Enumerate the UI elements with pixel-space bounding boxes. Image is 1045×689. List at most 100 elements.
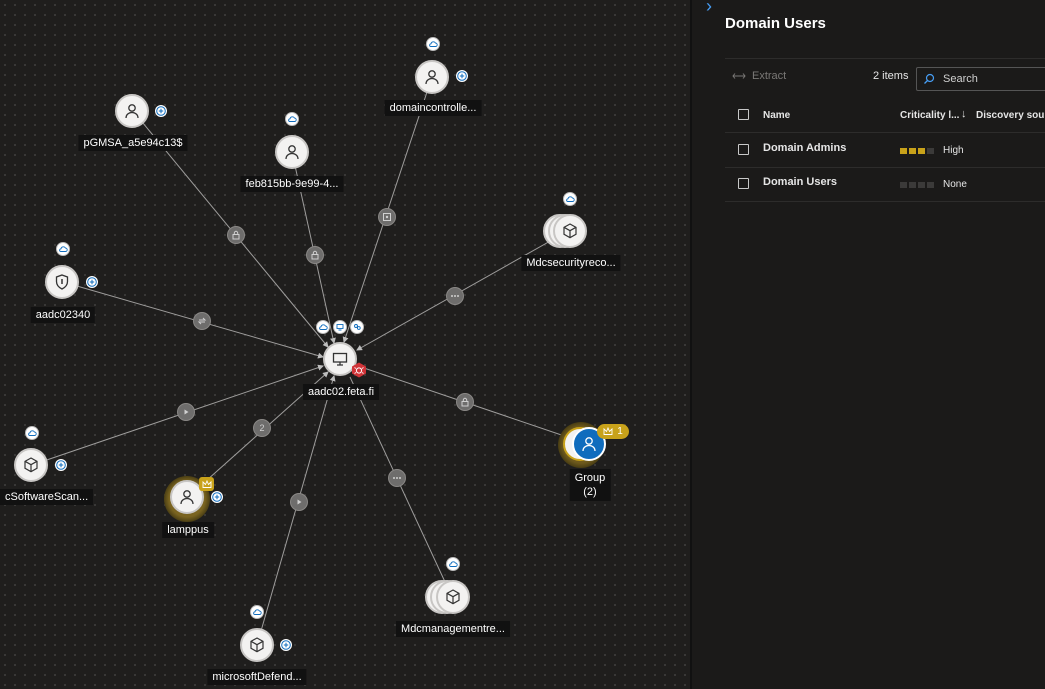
column-header-criticality[interactable]: Criticality l...	[900, 110, 959, 121]
play-edge-icon[interactable]	[177, 403, 195, 421]
user-node-domaincontroller[interactable]	[415, 60, 449, 94]
sync-edge-icon[interactable]	[193, 312, 211, 330]
lock-edge-icon[interactable]	[456, 393, 474, 411]
criticality-bar	[900, 147, 907, 154]
computer-icon	[332, 352, 348, 366]
criticality-label: High	[943, 145, 964, 156]
node-label-pgmsa: pGMSA_a5e94c13$	[78, 135, 188, 151]
edge-count-text: 2	[259, 423, 265, 433]
criticality-bar	[927, 181, 934, 188]
cube-icon	[24, 457, 38, 473]
shield-icon	[55, 274, 69, 290]
criticality-label: None	[943, 179, 967, 190]
row-checkbox[interactable]	[738, 144, 749, 155]
node-label-mdcsecurity: Mdcsecurityreco...	[521, 255, 621, 271]
criticality-indicator: None	[900, 179, 967, 190]
row-name: Domain Users	[763, 176, 837, 188]
cloud-icon	[56, 242, 70, 256]
cloud-icon	[250, 605, 264, 619]
search-box[interactable]	[916, 67, 1045, 91]
lock-edge-icon[interactable]	[227, 226, 245, 244]
select-all-checkbox[interactable]	[738, 109, 749, 120]
search-icon	[924, 73, 935, 84]
lock-edge-icon[interactable]	[306, 246, 324, 264]
alert-bug-icon	[352, 362, 366, 378]
node-label-domaincontroller: domaincontrolle...	[384, 100, 482, 116]
extract-button[interactable]: Extract	[732, 70, 786, 82]
table-row[interactable]: Domain Admins High	[725, 133, 1045, 168]
cloud-icon	[285, 112, 299, 126]
chevron-right-icon[interactable]: ›	[706, 0, 712, 17]
group-badge-count: 1	[617, 426, 623, 437]
row-checkbox[interactable]	[738, 178, 749, 189]
search-input[interactable]	[941, 72, 1045, 86]
cube-icon	[446, 589, 460, 605]
group-crown-badge: 1	[597, 424, 629, 439]
column-header-discovery[interactable]: Discovery sourc	[976, 110, 1045, 121]
expand-plus-icon[interactable]	[456, 70, 468, 82]
items-count: 2 items	[873, 70, 909, 82]
details-panel: › Domain Users Extract 2 items Name Crit…	[692, 0, 1045, 689]
device-cloud-icon	[333, 320, 347, 334]
user-icon	[180, 490, 194, 505]
table-row[interactable]: Domain Users None	[725, 167, 1045, 202]
criticality-bar	[909, 181, 916, 188]
node-label-feb815bb: feb815bb-9e99-4...	[240, 176, 344, 192]
node-label-center: aadc02.feta.fi	[302, 384, 380, 400]
cube-icon	[250, 637, 264, 653]
user-node-pgmsa[interactable]	[115, 94, 149, 128]
resource-node-mdcmanagement[interactable]	[436, 580, 470, 614]
user-icon	[425, 70, 439, 85]
cloud-icon	[563, 192, 577, 206]
node-label-softwarescan: cSoftwareScan...	[0, 489, 94, 505]
crown-icon	[603, 427, 613, 435]
resource-node-mdcsecurity[interactable]	[553, 214, 587, 248]
criticality-bar	[918, 147, 925, 154]
extract-icon	[732, 73, 746, 79]
node-label-lamppus: lamppus	[162, 522, 214, 538]
sort-down-icon[interactable]: ↓	[961, 108, 967, 120]
cube-icon	[563, 223, 577, 239]
node-label-group: Group (2)	[569, 469, 611, 501]
row-name: Domain Admins	[763, 142, 847, 154]
user-node-feb815bb[interactable]	[275, 135, 309, 169]
user-icon	[582, 437, 596, 452]
criticality-bar	[918, 181, 925, 188]
panel-title: Domain Users	[725, 15, 826, 32]
expand-plus-icon[interactable]	[211, 491, 223, 503]
play-edge-icon[interactable]	[290, 493, 308, 511]
criticality-bar	[927, 147, 934, 154]
criticality-indicator: High	[900, 145, 964, 156]
attack-path-graph[interactable]: 2 pGMSA_a5e94c13$ feb815bb-9e99-4... dom…	[0, 0, 690, 689]
edge-count-badge[interactable]: 2	[253, 419, 271, 437]
group-label-count: (2)	[583, 486, 597, 498]
group-label-text: Group	[574, 472, 606, 484]
more-edge-icon[interactable]	[388, 469, 406, 487]
crown-icon	[199, 477, 214, 491]
user-icon	[125, 104, 139, 119]
expand-plus-icon[interactable]	[155, 105, 167, 117]
expand-plus-icon[interactable]	[55, 459, 67, 471]
node-label-aadc02340: aadc02340	[30, 307, 96, 323]
extract-label: Extract	[752, 70, 787, 82]
cloud-icon	[446, 557, 460, 571]
node-label-mdcmanagement: Mdcmanagementre...	[396, 621, 510, 637]
divider	[725, 58, 1045, 59]
column-header-name[interactable]: Name	[763, 110, 790, 121]
expand-plus-icon[interactable]	[280, 639, 292, 651]
resource-node-defender[interactable]	[240, 628, 274, 662]
cloud-icon	[426, 37, 440, 51]
key-edge-icon[interactable]	[378, 208, 396, 226]
user-icon	[285, 145, 299, 160]
cloud-icon	[316, 320, 330, 334]
service-node-aadc02340[interactable]	[45, 265, 79, 299]
more-edge-icon[interactable]	[446, 287, 464, 305]
resource-node-softwarescan[interactable]	[14, 448, 48, 482]
cloud-icon	[25, 426, 39, 440]
criticality-bar	[909, 147, 916, 154]
criticality-bar	[900, 181, 907, 188]
users-cloud-icon	[350, 320, 364, 334]
expand-plus-icon[interactable]	[86, 276, 98, 288]
table-header: Name Criticality l... ↓ Discovery sourc	[725, 100, 1045, 133]
node-label-defender: microsoftDefend...	[207, 669, 307, 685]
